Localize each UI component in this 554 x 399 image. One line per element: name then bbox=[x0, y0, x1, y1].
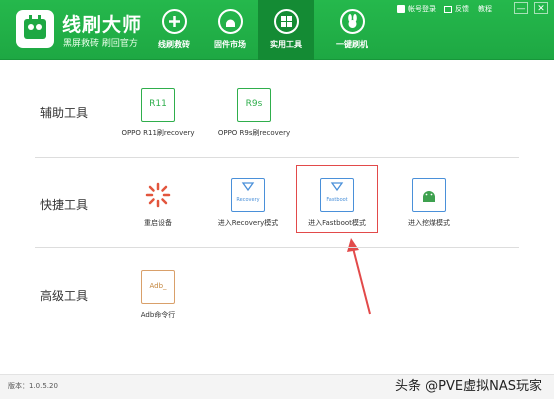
terminal-icon: Adb_ bbox=[141, 270, 175, 304]
watermark-text: 头条 @PVE虚拟NAS玩家 bbox=[395, 379, 542, 394]
tool-icon-text: Adb_ bbox=[149, 282, 167, 290]
login-label: 帐号登录 bbox=[408, 5, 436, 13]
tutorial-link[interactable]: 教程 bbox=[478, 2, 492, 16]
feedback-link[interactable]: 反馈 bbox=[444, 2, 469, 16]
tool-enter-mining-mode[interactable]: 进入挖煤模式 bbox=[369, 178, 489, 228]
tool-icon-text: R9s bbox=[245, 99, 263, 109]
tab-firmware-market[interactable]: 固件市场 bbox=[202, 0, 258, 60]
tool-oppo-r9s-recovery[interactable]: R9s OPPO R9s刷recovery bbox=[194, 88, 314, 138]
tab-utilities[interactable]: 实用工具 bbox=[258, 0, 314, 60]
tab-label: 实用工具 bbox=[270, 40, 302, 49]
rabbit-icon bbox=[339, 9, 365, 34]
android-icon bbox=[217, 9, 243, 34]
feedback-label: 反馈 bbox=[455, 5, 469, 13]
tool-icon-text: Recovery bbox=[236, 197, 260, 203]
tool-label: OPPO R9s刷recovery bbox=[217, 129, 291, 137]
app-header: 线刷大师 黑屏救砖 刷回官方 线刷救砖 固件市场 实用工具 一键刷机 帐号登录 … bbox=[0, 0, 554, 60]
login-link[interactable]: 帐号登录 bbox=[397, 2, 436, 16]
tab-label: 一键刷机 bbox=[336, 40, 368, 49]
close-button[interactable]: ✕ bbox=[534, 2, 548, 14]
tool-icon-text: R11 bbox=[149, 99, 167, 109]
section-title-quick: 快捷工具 bbox=[40, 198, 89, 212]
reboot-spinner-icon bbox=[141, 178, 175, 212]
grid-icon bbox=[273, 9, 299, 34]
app-tagline: 黑屏救砖 刷回官方 bbox=[63, 39, 138, 49]
feedback-icon bbox=[444, 5, 452, 13]
section-divider bbox=[35, 247, 519, 248]
fastboot-highlight-box bbox=[296, 165, 378, 233]
version-label: 版本：1.0.5.20 bbox=[8, 382, 58, 390]
tool-adb-command[interactable]: Adb_ Adb命令行 bbox=[98, 270, 218, 320]
tab-flash-rescue[interactable]: 线刷救砖 bbox=[146, 0, 202, 60]
status-bar: 版本：1.0.5.20 头条 @PVE虚拟NAS玩家 bbox=[0, 374, 554, 399]
tab-one-click-flash[interactable]: 一键刷机 bbox=[324, 0, 380, 60]
tool-label: Adb命令行 bbox=[140, 311, 176, 319]
tab-label: 固件市场 bbox=[214, 40, 246, 49]
plus-circle-icon bbox=[161, 9, 187, 34]
red-arrow-annotation bbox=[347, 238, 371, 315]
monitor-icon: R11 bbox=[141, 88, 175, 122]
tab-label: 线刷救砖 bbox=[158, 40, 190, 49]
tutorial-label: 教程 bbox=[478, 5, 492, 13]
minimize-button[interactable]: — bbox=[514, 2, 528, 14]
recovery-mode-icon: Recovery bbox=[231, 178, 265, 212]
user-icon bbox=[397, 5, 405, 13]
app-title: 线刷大师 bbox=[62, 14, 143, 36]
section-title-assist: 辅助工具 bbox=[40, 106, 89, 120]
app-logo bbox=[16, 10, 54, 48]
monitor-icon: R9s bbox=[237, 88, 271, 122]
tool-label: 进入挖煤模式 bbox=[408, 219, 450, 227]
section-title-advanced: 高级工具 bbox=[40, 289, 89, 303]
android-download-icon bbox=[412, 178, 446, 212]
section-divider bbox=[35, 157, 519, 158]
